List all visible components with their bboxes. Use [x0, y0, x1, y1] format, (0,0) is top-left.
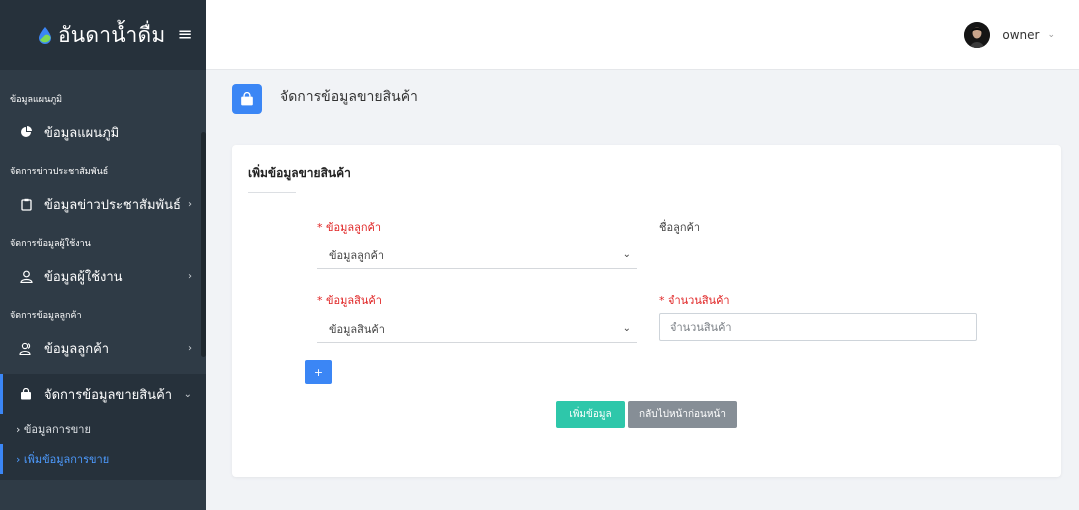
sidebar-item-sales[interactable]: จัดการข้อมูลขายสินค้า ⌄	[0, 374, 206, 414]
sidebar: อันดาน้ำดื่ม ≡ ข้อมูลแผนภูมิ ข้อมูลแผนภู…	[0, 0, 206, 510]
product-select[interactable]: ข้อมูลสินค้า ⌄	[317, 315, 637, 343]
page-heading: จัดการข้อมูลขายสินค้า	[232, 84, 418, 114]
sidebar-item-chart[interactable]: ข้อมูลแผนภูมิ	[0, 112, 206, 152]
user-name: owner	[1002, 28, 1040, 42]
shopping-bag-icon	[18, 386, 34, 402]
quantity-label: * จำนวนสินค้า	[659, 294, 730, 307]
section-title-customers: จัดการข้อมูลลูกค้า	[10, 311, 82, 321]
brand-bar: อันดาน้ำดื่ม ≡	[0, 0, 206, 70]
pie-chart-icon	[18, 124, 34, 140]
sidebar-item-users[interactable]: ข้อมูลผู้ใช้งาน ›	[0, 256, 206, 296]
topbar: owner ⌄	[206, 0, 1079, 70]
chevron-right-icon: ›	[188, 342, 192, 354]
sidebar-scrollbar[interactable]	[201, 132, 206, 357]
chevron-down-icon: ⌄	[622, 249, 631, 260]
submenu-item-sales-data[interactable]: › ข้อมูลการขาย	[0, 414, 206, 444]
customer-label: * ข้อมูลลูกค้า	[317, 221, 382, 234]
customer-select-value: ข้อมูลลูกค้า	[329, 248, 385, 262]
sidebar-item-customers[interactable]: ข้อมูลลูกค้า ›	[0, 328, 206, 368]
avatar	[964, 22, 991, 48]
sales-submenu: › ข้อมูลการขาย › เพิ่มข้อมูลการขาย	[0, 414, 206, 480]
product-select-value: ข้อมูลสินค้า	[329, 322, 385, 336]
page-title: จัดการข้อมูลขายสินค้า	[280, 89, 418, 105]
customer-select[interactable]: ข้อมูลลูกค้า ⌄	[317, 241, 637, 269]
user-icon	[18, 268, 34, 284]
sidebar-item-label: ข้อมูลแผนภูมิ	[44, 125, 120, 141]
shopping-bag-icon	[232, 84, 262, 114]
sidebar-item-label: ข้อมูลข่าวประชาสัมพันธ์	[44, 197, 181, 213]
sidebar-item-news[interactable]: ข้อมูลข่าวประชาสัมพันธ์ ›	[0, 184, 206, 224]
add-sale-card: เพิ่มข้อมูลขายสินค้า * ข้อมูลลูกค้า ข้อม…	[232, 145, 1061, 477]
quantity-input[interactable]	[659, 313, 977, 341]
customer-name-label: ชื่อลูกค้า	[659, 221, 701, 234]
sidebar-item-label: ข้อมูลผู้ใช้งาน	[44, 269, 123, 285]
card-title: เพิ่มข้อมูลขายสินค้า	[248, 166, 351, 180]
submenu-item-add-sale[interactable]: › เพิ่มข้อมูลการขาย	[0, 444, 206, 474]
section-title-users: จัดการข้อมูลผู้ใช้งาน	[10, 239, 91, 249]
brand-title[interactable]: อันดาน้ำดื่ม	[58, 19, 165, 52]
sidebar-item-label: ข้อมูลลูกค้า	[44, 341, 110, 357]
users-icon	[18, 340, 34, 356]
chevron-down-icon: ⌄	[183, 388, 192, 400]
back-button[interactable]: กลับไปหน้าก่อนหน้า	[628, 401, 737, 428]
clipboard-icon	[18, 196, 34, 212]
sidebar-menu: ข้อมูลแผนภูมิ ข้อมูลแผนภูมิ จัดการข่าวปร…	[0, 70, 206, 480]
section-title-news: จัดการข่าวประชาสัมพันธ์	[10, 167, 109, 177]
chevron-right-icon: ›	[188, 270, 192, 282]
card-title-divider	[248, 192, 296, 193]
water-drop-icon	[38, 26, 52, 44]
user-menu[interactable]: owner ⌄	[964, 22, 1055, 48]
chevron-down-icon: ⌄	[622, 323, 631, 334]
sidebar-item-label: จัดการข้อมูลขายสินค้า	[44, 387, 173, 403]
chevron-down-icon: ⌄	[1047, 30, 1055, 40]
product-label: * ข้อมูลสินค้า	[317, 294, 382, 307]
hamburger-icon[interactable]: ≡	[177, 26, 192, 44]
add-row-button[interactable]: +	[305, 360, 332, 384]
submit-button[interactable]: เพิ่มข้อมูล	[556, 401, 625, 428]
chevron-right-icon: ›	[188, 198, 192, 210]
section-title-chart: ข้อมูลแผนภูมิ	[10, 95, 63, 105]
